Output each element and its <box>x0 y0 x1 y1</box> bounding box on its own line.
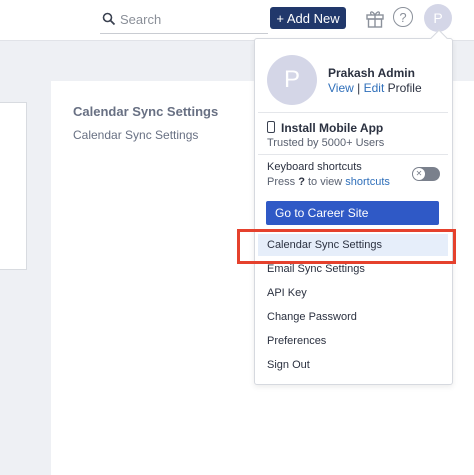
toggle-knob: ✕ <box>413 168 425 180</box>
hint-to-view: to view <box>304 176 346 188</box>
keyboard-shortcuts-hint: Press ? to view shortcuts <box>267 176 390 188</box>
hint-press: Press <box>267 176 299 188</box>
search-box[interactable] <box>100 8 268 34</box>
link-separator: | <box>353 81 364 95</box>
profile-avatar: P <box>267 55 317 105</box>
mobile-phone-icon <box>267 121 275 133</box>
highlight-box <box>237 229 456 264</box>
view-profile-link[interactable]: View <box>328 81 354 95</box>
top-bar: + Add New ? P <box>0 0 474 40</box>
profile-word: Profile <box>384 81 422 95</box>
gift-icon[interactable] <box>364 7 386 29</box>
close-icon: ✕ <box>415 169 423 178</box>
help-icon[interactable]: ? <box>393 7 413 27</box>
menu-item-sign-out[interactable]: Sign Out <box>258 354 448 376</box>
divider <box>258 154 448 155</box>
menu-item-api-key[interactable]: API Key <box>258 282 448 304</box>
keyboard-shortcuts-label: Keyboard shortcuts <box>267 161 362 173</box>
menu-item-preferences[interactable]: Preferences <box>258 330 448 352</box>
keyboard-shortcuts-toggle[interactable]: ✕ <box>412 167 440 181</box>
add-new-button[interactable]: + Add New <box>270 7 346 29</box>
shortcuts-link[interactable]: shortcuts <box>345 176 390 188</box>
divider <box>258 112 448 113</box>
go-to-career-site-button[interactable]: Go to Career Site <box>266 201 439 225</box>
search-input[interactable] <box>120 11 250 27</box>
page-title: Calendar Sync Settings <box>73 104 219 119</box>
user-avatar-button[interactable]: P <box>424 4 452 32</box>
user-name: Prakash Admin <box>328 66 415 80</box>
edit-profile-link[interactable]: Edit <box>364 81 385 95</box>
page-subtitle: Calendar Sync Settings <box>73 128 199 142</box>
profile-links: View | Edit Profile <box>328 81 422 95</box>
search-underline <box>100 33 268 34</box>
menu-item-change-password[interactable]: Change Password <box>258 306 448 328</box>
mobile-app-subtitle: Trusted by 5000+ Users <box>267 137 385 149</box>
hint-key: ? <box>298 176 305 188</box>
install-mobile-app-link[interactable]: Install Mobile App <box>281 121 383 135</box>
search-icon <box>102 12 116 26</box>
left-panel <box>0 102 27 270</box>
